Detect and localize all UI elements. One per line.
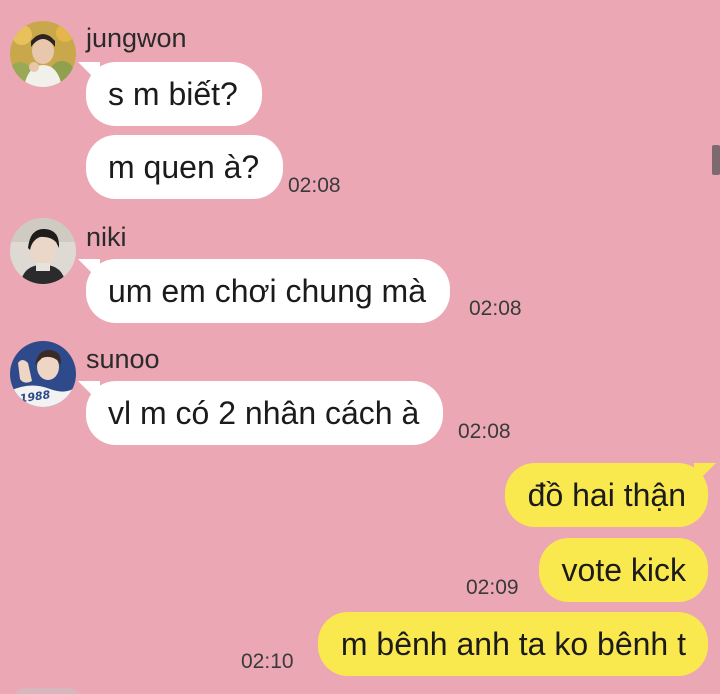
jungwon-avatar[interactable] bbox=[10, 21, 76, 87]
scrollbar-thumb[interactable] bbox=[712, 145, 720, 175]
sunoo-avatar[interactable]: 1988 bbox=[10, 341, 76, 407]
jungwon-message-time: 02:08 bbox=[288, 174, 341, 197]
niki-message-1[interactable]: um em chơi chung mà bbox=[78, 259, 450, 323]
niki-name: niki bbox=[86, 222, 127, 252]
bubble-tail-icon bbox=[694, 463, 716, 485]
sunoo-message-1-text: vl m có 2 nhân cách à bbox=[108, 395, 420, 431]
my-message-3-time: 02:10 bbox=[241, 650, 294, 673]
sunoo-message-1[interactable]: vl m có 2 nhân cách à bbox=[78, 381, 444, 445]
sunoo-name: sunoo bbox=[86, 344, 160, 374]
next-avatar-edge bbox=[12, 688, 82, 694]
sunoo-message-time: 02:08 bbox=[458, 420, 511, 443]
niki-message-time: 02:08 bbox=[469, 297, 522, 320]
my-message-2[interactable]: vote kick bbox=[538, 538, 708, 602]
bubble-tail-icon bbox=[78, 259, 100, 281]
my-message-2-time: 02:09 bbox=[466, 576, 519, 599]
my-message-3[interactable]: m bênh anh ta ko bênh t bbox=[317, 612, 708, 676]
bubble-tail-icon bbox=[78, 381, 100, 403]
jungwon-message-1[interactable]: s m biết? bbox=[78, 62, 262, 126]
jungwon-message-2-text: m quen à? bbox=[108, 149, 260, 185]
jungwon-message-2[interactable]: m quen à? bbox=[86, 135, 284, 199]
jungwon-message-1-text: s m biết? bbox=[108, 76, 238, 112]
bubble-tail-icon bbox=[78, 62, 100, 84]
my-message-2-text: vote kick bbox=[561, 552, 686, 588]
my-message-3-text: m bênh anh ta ko bênh t bbox=[340, 626, 686, 662]
niki-message-1-text: um em chơi chung mà bbox=[108, 273, 426, 309]
jungwon-name: jungwon bbox=[86, 23, 187, 53]
chat-area: jungwon s m biết? m quen à? 02:08 niki u… bbox=[0, 0, 720, 694]
my-message-1-text: đồ hai thận bbox=[527, 477, 686, 513]
niki-avatar[interactable] bbox=[10, 218, 76, 284]
my-message-1[interactable]: đồ hai thận bbox=[504, 463, 716, 527]
